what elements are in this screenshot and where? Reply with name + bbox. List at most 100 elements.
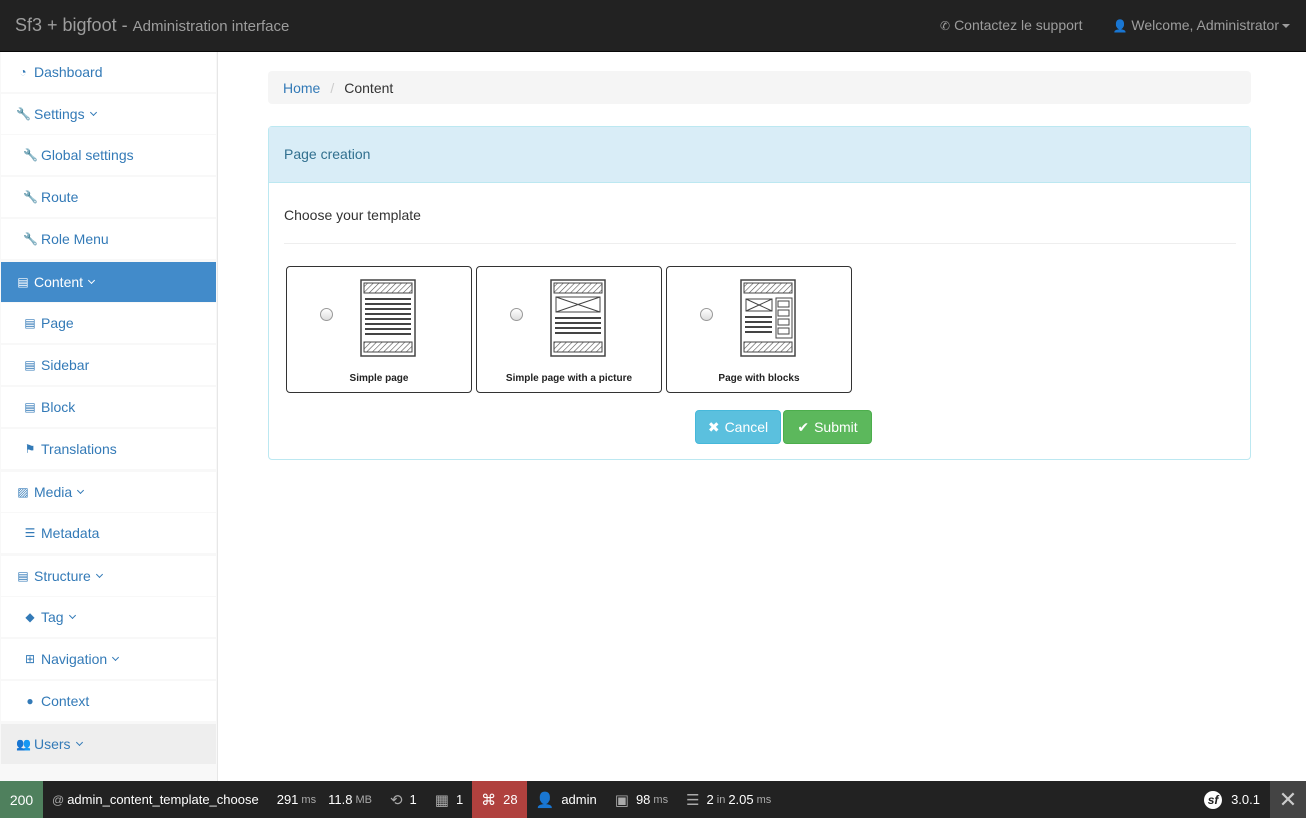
page-creation-panel: Page creation Choose your template Simpl… [268,126,1251,460]
template-radio[interactable] [320,308,333,321]
picture-icon: ▨ [17,485,29,499]
dashboard-icon: ◔ [19,65,27,79]
brand[interactable]: Sf3 + bigfoot - Administration interface [15,15,289,36]
sidebar-item-label: Route [41,189,79,205]
form-icon: ⟲ [389,791,403,809]
database-item[interactable]: ☰ 2 in 2.05 ms [677,781,780,818]
route-item[interactable]: @ admin_content_template_choose [43,781,268,818]
person-icon: 👤 [535,791,555,809]
chevron-down-icon [68,611,76,619]
chevron-down-icon [112,653,120,661]
choose-template-label: Choose your template [284,207,421,223]
sidebar-item-sidebar[interactable]: ▤ Sidebar [1,345,216,385]
security-user: admin [561,792,597,807]
phone-icon: ✆ [940,19,951,33]
sidebar-item-navigation[interactable]: ⊞ Navigation [1,639,216,679]
sidebar-item-label: Content [34,274,84,290]
sidebar-item-translations[interactable]: ⚑ Translations [1,429,216,469]
sidebar-item-dashboard[interactable]: ◔ Dashboard [1,52,216,92]
template-icon: ▣ [614,791,629,809]
security-item[interactable]: 👤 admin [527,781,606,818]
sidebar-item-label: Block [41,399,76,415]
flag-icon: ⚑ [24,442,36,456]
sidebar-item-route[interactable]: 🔧 Route [1,177,216,217]
sidebar: ◔ Dashboard 🔧 Settings 🔧 Global settings 🔧 R… [0,52,218,781]
close-icon: ✖ [707,418,720,435]
wrench-icon: 🔧 [23,190,38,204]
sidebar-item-block[interactable]: ▤ Block [1,387,216,427]
close-toolbar-button[interactable]: ✕ [1270,781,1306,818]
db-unit: ms [756,793,772,806]
globe-icon: ● [26,694,34,708]
time-unit: ms [301,793,317,806]
chevron-down-icon [75,738,83,746]
template-option-simple-page[interactable]: Simple page [286,266,472,393]
sidebar-item-page[interactable]: ▤ Page [1,303,216,343]
template-option-simple-page-picture[interactable]: Simple page with a picture [476,266,662,393]
top-navbar: Sf3 + bigfoot - Administration interface… [0,0,1306,52]
at-icon: @ [52,792,65,807]
logs-item[interactable]: ▦ 1 [426,781,472,818]
sidebar-item-label: Structure [34,568,91,584]
breadcrumb: Home / Content [268,71,1251,104]
user-menu[interactable]: 👤 Welcome, Administrator [1112,17,1290,33]
sidebar-item-label: Sidebar [41,357,90,373]
list-alt-icon: ▤ [17,275,29,289]
database-icon: ☰ [686,791,700,809]
symfony-version[interactable]: sf 3.0.1 [1204,781,1260,818]
user-menu-label: Welcome, Administrator [1131,17,1279,33]
submit-button[interactable]: ✔ Submit [783,410,872,444]
sidebar-item-tag[interactable]: ◆ Tag [1,597,216,637]
sidebar-item-settings[interactable]: 🔧 Settings [1,94,216,134]
sidebar-item-label: Media [34,484,73,500]
sidebar-item-label: Users [34,736,71,752]
twig-item[interactable]: ▣ 98 ms [606,781,677,818]
template-label: Simple page with a picture [505,373,633,384]
sidebar-item-label: Dashboard [34,64,103,80]
template-radio[interactable] [510,308,523,321]
sidebar-item-label: Settings [34,106,85,122]
sidebar-item-label: Global settings [41,147,134,163]
cancel-button[interactable]: ✖ Cancel [695,410,781,444]
breadcrumb-current: Content [344,79,394,96]
wrench-icon: 🔧 [23,148,38,162]
template-option-page-with-blocks[interactable]: Page with blocks [666,266,852,393]
divider [284,243,1236,244]
time-item[interactable]: 291 ms 11.8 MB [268,781,381,818]
list-alt-icon: ▤ [24,358,36,372]
sidebar-item-media[interactable]: ▨ Media [1,472,216,512]
status-code-badge[interactable]: 200 [0,781,43,818]
sidebar-item-role-menu[interactable]: 🔧 Role Menu [1,219,216,259]
list-alt-icon: ▤ [17,569,29,583]
forms-item[interactable]: ⟲ 1 [381,781,426,818]
translations-item[interactable]: ⌘ 28 [472,781,527,818]
tag-icon: ◆ [25,610,35,624]
logs-count: 1 [455,792,464,807]
navbar-right: ✆ Contactez le support 👤 Welcome, Administ… [940,17,1290,33]
sidebar-item-label: Metadata [41,525,100,541]
twig-time: 98 [635,792,651,807]
support-link[interactable]: ✆ Contactez le support [940,17,1082,33]
breadcrumb-separator: / [330,79,335,96]
check-icon: ✔ [797,418,810,435]
cancel-label: Cancel [724,419,769,435]
template-label: Simple page [349,373,409,384]
chevron-down-icon [77,486,85,494]
sidebar-item-structure[interactable]: ▤ Structure [1,556,216,596]
sidebar-item-users[interactable]: 👥 Users [1,724,216,764]
sidebar-item-global-settings[interactable]: 🔧 Global settings [1,135,216,175]
db-queries: 2 [706,792,714,807]
caret-down-icon [1282,24,1290,29]
users-icon: 👥 [16,737,31,751]
sidebar-item-label: Page [41,315,74,331]
user-icon: 👤 [1112,19,1128,33]
memory-unit: MB [355,793,372,806]
sidebar-item-content[interactable]: ▤ Content [1,262,216,302]
sidebar-item-label: Tag [41,609,64,625]
brand-title: Sf3 + bigfoot - [15,15,128,35]
template-radio[interactable] [700,308,713,321]
sidebar-item-metadata[interactable]: ☰ Metadata [1,513,216,553]
breadcrumb-home[interactable]: Home [283,80,320,96]
chevron-down-icon [95,570,103,578]
sidebar-item-context[interactable]: ● Context [1,681,216,721]
